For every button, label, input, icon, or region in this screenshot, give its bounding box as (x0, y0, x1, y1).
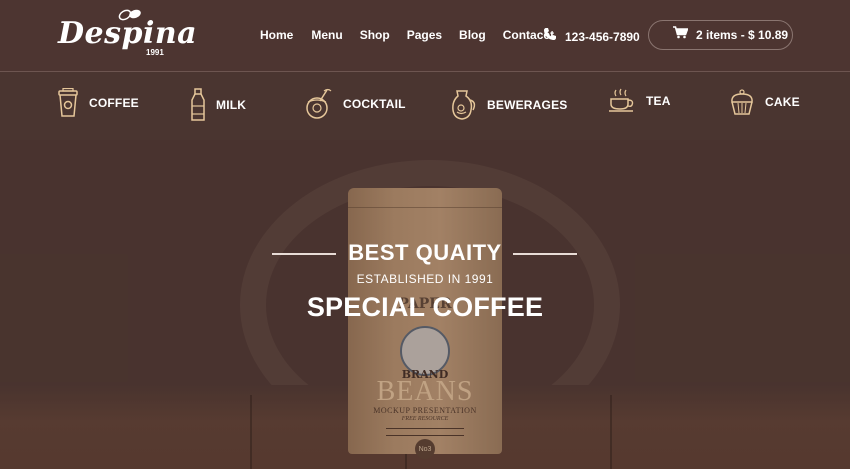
phone-contact[interactable]: 123-456-7890 (543, 27, 640, 46)
cupcake-icon (729, 88, 755, 116)
category-tea[interactable]: TEA (608, 88, 671, 114)
nav-home[interactable]: Home (260, 28, 293, 42)
phone-icon (543, 27, 557, 46)
site-header: Despina 1991 Home Menu Shop Pages Blog C… (0, 0, 850, 72)
hero-subtitle: ESTABLISHED IN 1991 (356, 272, 494, 286)
category-cake[interactable]: CAKE (729, 88, 800, 116)
nav-menu[interactable]: Menu (311, 28, 342, 42)
category-cocktail[interactable]: COCKTAIL (303, 88, 406, 120)
logo[interactable]: Despina 1991 (58, 8, 197, 64)
nav-blog[interactable]: Blog (459, 28, 486, 42)
nav-pages[interactable]: Pages (407, 28, 442, 42)
phone-number: 123-456-7890 (565, 29, 640, 44)
hero-banner: PAPER BRAND BEANS MOCKUP PRESENTATION FR… (0, 140, 850, 469)
category-label: COFFEE (89, 96, 139, 110)
category-label: COCKTAIL (343, 97, 406, 111)
coffee-cup-icon (57, 88, 79, 118)
hero-title: BEST QUAITY (348, 240, 502, 265)
nav-shop[interactable]: Shop (360, 28, 390, 42)
cart-button[interactable]: 2 items - $ 10.89 (648, 20, 793, 50)
category-label: MILK (216, 98, 247, 112)
tea-cup-icon (608, 88, 636, 114)
category-coffee[interactable]: COFFEE (57, 88, 139, 118)
category-label: CAKE (765, 95, 800, 109)
milk-bottle-icon (190, 88, 206, 122)
category-milk[interactable]: MILK (190, 88, 246, 122)
leaf-icon (118, 8, 142, 27)
logo-year: 1991 (146, 48, 164, 57)
cart-icon (673, 26, 689, 44)
category-label: TEA (646, 94, 671, 108)
category-label: BEWERAGES (487, 98, 568, 112)
hero-headline: SPECIAL COFFEE (306, 292, 544, 322)
coconut-cocktail-icon (303, 88, 333, 120)
category-beverages[interactable]: BEWERAGES (451, 88, 567, 122)
jug-icon (451, 88, 477, 122)
cart-summary: 2 items - $ 10.89 (696, 28, 789, 42)
main-nav: Home Menu Shop Pages Blog Contacet (260, 28, 554, 42)
